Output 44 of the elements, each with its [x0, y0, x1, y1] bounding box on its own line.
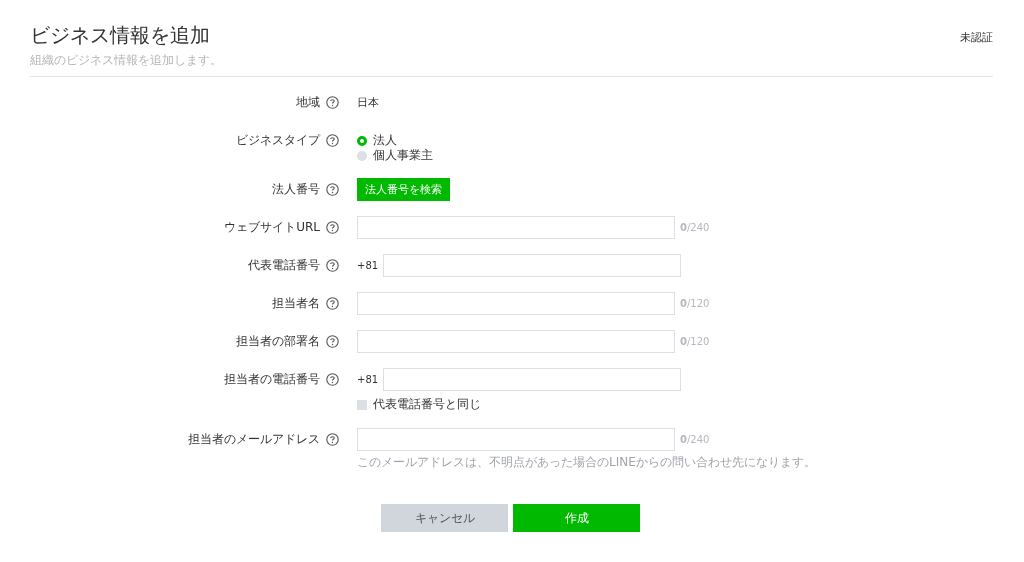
char-counter: 0/120 [680, 336, 710, 347]
field-label: ビジネスタイプ [236, 132, 320, 149]
help-icon[interactable] [326, 96, 339, 109]
radio-button[interactable] [357, 150, 367, 161]
field-label: 地域 [296, 94, 320, 111]
help-icon[interactable] [326, 297, 339, 310]
phone-field[interactable] [383, 368, 682, 391]
field-label: 担当者名 [272, 295, 320, 312]
field-label: 担当者の電話番号 [224, 371, 320, 388]
help-icon[interactable] [326, 373, 339, 386]
help-text: このメールアドレスは、不明点があった場合のLINEからの問い合わせ先になります。 [357, 454, 816, 471]
char-counter: 0/240 [680, 434, 710, 445]
help-icon[interactable] [326, 134, 339, 147]
field-label: ウェブサイトURL [224, 219, 320, 236]
field-label: 代表電話番号 [248, 257, 320, 274]
char-counter: 0/240 [680, 222, 710, 233]
verification-status: 未認証 [960, 30, 993, 45]
field-label: 担当者のメールアドレス [188, 431, 320, 448]
country-code: +81 [357, 372, 379, 387]
input-field[interactable] [357, 330, 675, 353]
char-counter: 0/120 [680, 298, 710, 309]
page-title: ビジネス情報を追加 [30, 22, 211, 48]
help-icon[interactable] [326, 433, 339, 446]
radio-label: 法人 [373, 132, 397, 149]
search-button[interactable]: 法人番号を検索 [357, 178, 450, 201]
field-label: 法人番号 [272, 181, 320, 198]
input-field[interactable] [357, 216, 675, 239]
cancel-button[interactable]: キャンセル [381, 504, 508, 532]
field-value: 日本 [357, 95, 379, 110]
create-button[interactable]: 作成 [513, 504, 640, 532]
input-field[interactable] [357, 428, 675, 451]
help-icon[interactable] [326, 335, 339, 348]
field-label: 担当者の部署名 [236, 333, 320, 350]
phone-field[interactable] [383, 254, 682, 277]
checkbox[interactable] [357, 399, 367, 410]
help-icon[interactable] [326, 259, 339, 272]
country-code: +81 [357, 258, 379, 273]
checkbox-label: 代表電話番号と同じ [373, 396, 481, 413]
help-icon[interactable] [326, 221, 339, 234]
page-subtitle: 組織のビジネス情報を追加します。 [30, 52, 222, 69]
input-field[interactable] [357, 292, 675, 315]
radio-label: 個人事業主 [373, 147, 433, 164]
help-icon[interactable] [326, 183, 339, 196]
radio-button[interactable] [357, 135, 367, 146]
